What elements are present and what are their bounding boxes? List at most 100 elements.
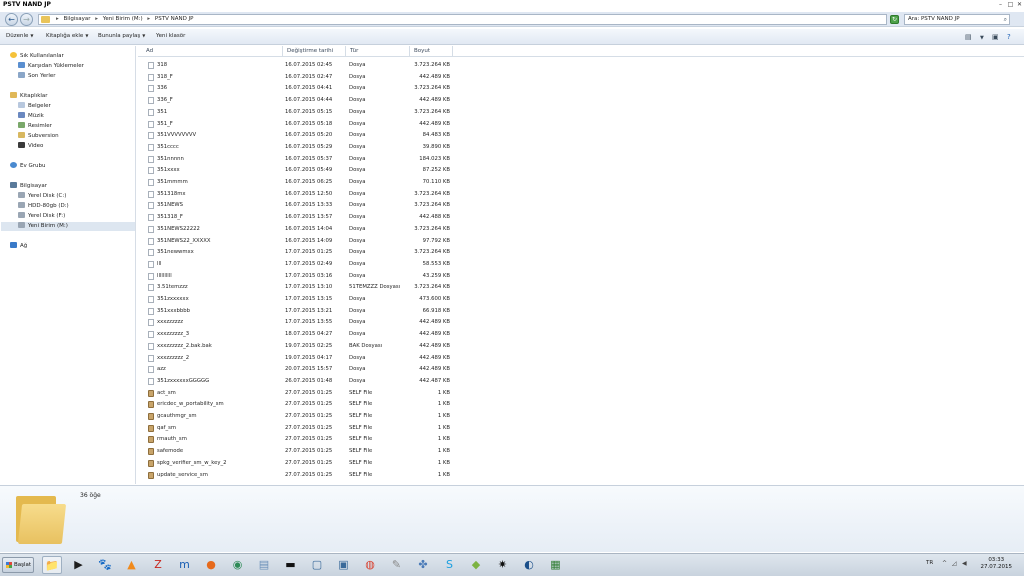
table-row[interactable]: act_sm 27.07.2015 01:25 SELF File 1 KB <box>138 388 458 399</box>
table-row[interactable]: safemode 27.07.2015 01:25 SELF File 1 KB <box>138 446 458 457</box>
table-row[interactable]: ericdec_w_portability_sm 27.07.2015 01:25… <box>138 399 458 410</box>
table-row[interactable]: 351mmmm 16.07.2015 06:25 Dosya 70.110 KB <box>138 177 458 188</box>
table-row[interactable]: 351cccc 16.07.2015 05:29 Dosya 39.890 KB <box>138 142 458 153</box>
chevron-down-icon[interactable]: ▼ <box>980 35 984 41</box>
close-button[interactable]: ✕ <box>1015 1 1024 8</box>
table-row[interactable]: 318 16.07.2015 02:45 Dosya 3.723.264 KB <box>138 60 458 71</box>
taskbar-app-button[interactable]: ● <box>201 556 221 574</box>
help-icon[interactable]: ? <box>1007 33 1011 41</box>
start-button[interactable]: Başlat <box>2 557 34 573</box>
forward-button[interactable]: → <box>20 13 33 26</box>
table-row[interactable]: 3.51temzzz 17.07.2015 13:10 51TEMZZZ Dosya… <box>138 282 458 293</box>
share-with-button[interactable]: Bununla paylaş ▼ <box>98 33 145 39</box>
table-row[interactable]: 336_F 16.07.2015 04:44 Dosya 442.489 KB <box>138 95 458 106</box>
table-row[interactable]: xxxzzzzzz_2 19.07.2015 04:17 Dosya 442.489 … <box>138 353 458 364</box>
table-row[interactable]: gcauthmgr_sm 27.07.2015 01:25 SELF File 1 K… <box>138 411 458 422</box>
table-row[interactable]: 336 16.07.2015 04:41 Dosya 3.723.264 KB <box>138 83 458 94</box>
breadcrumb-folder[interactable]: PSTV NAND JP <box>155 16 194 22</box>
taskbar-app-button[interactable]: ✷ <box>493 556 513 574</box>
taskbar-app-button[interactable]: ✤ <box>413 556 433 574</box>
table-row[interactable]: 351xxxbbbb 17.07.2015 13:21 Dosya 66.918 KB <box>138 306 458 317</box>
nav-libraries[interactable]: Kitaplıklar <box>10 92 48 101</box>
taskbar-app-button[interactable]: 📁 <box>42 556 62 574</box>
view-options-icon[interactable]: ▤ <box>965 33 972 41</box>
taskbar-app-button[interactable]: ✎ <box>387 556 407 574</box>
taskbar-app-button[interactable]: ◆ <box>466 556 486 574</box>
taskbar-app-button[interactable]: ▲ <box>122 556 142 574</box>
address-field[interactable]: ▸ Bilgisayar ▸ Yeni Birim (M:) ▸ PSTV NA… <box>38 14 887 25</box>
taskbar-app-button[interactable]: Z <box>148 556 168 574</box>
table-row[interactable]: 351xxxx 16.07.2015 05:49 Dosya 87.252 KB <box>138 165 458 176</box>
nav-drive-c[interactable]: Yerel Disk (C:) <box>18 192 66 201</box>
volume-icon[interactable]: ◀ <box>962 560 967 567</box>
nav-network[interactable]: Ağ <box>10 242 27 251</box>
organize-button[interactable]: Düzenle ▼ <box>6 33 33 39</box>
table-row[interactable]: 351nnnnn 16.07.2015 05:37 Dosya 184.023 KB <box>138 154 458 165</box>
maximize-button[interactable]: □ <box>1006 1 1015 8</box>
table-row[interactable]: 351zxxxxxxGGGGG 26.07.2015 01:48 Dosya 442.… <box>138 376 458 387</box>
taskbar-app-button[interactable]: 🐾 <box>95 556 115 574</box>
nav-downloads[interactable]: Karşıdan Yüklemeler <box>18 62 84 71</box>
table-row[interactable]: 351NEWS 16.07.2015 13:33 Dosya 3.723.264 KB <box>138 200 458 211</box>
add-to-library-button[interactable]: Kitaplığa ekle ▼ <box>46 33 88 39</box>
nav-documents[interactable]: Belgeler <box>18 102 51 111</box>
table-row[interactable]: lll 17.07.2015 02:49 Dosya 58.553 KB <box>138 259 458 270</box>
table-row[interactable]: llllllllll 17.07.2015 03:16 Dosya 43.259 KB <box>138 271 458 282</box>
nav-homegroup[interactable]: Ev Grubu <box>10 162 45 171</box>
column-header-size[interactable]: Boyut <box>410 46 453 57</box>
taskbar-app-button[interactable]: ▣ <box>334 556 354 574</box>
table-row[interactable]: 351VVVVVVVV 16.07.2015 05:20 Dosya 84.483 K… <box>138 130 458 141</box>
back-button[interactable]: ← <box>5 13 18 26</box>
table-row[interactable]: 318_F 16.07.2015 02:47 Dosya 442.489 KB <box>138 72 458 83</box>
refresh-button[interactable]: ↻ <box>890 15 899 24</box>
taskbar-app-button[interactable]: ▬ <box>281 556 301 574</box>
nav-recent-places[interactable]: Son Yerler <box>18 72 56 81</box>
column-header-type[interactable]: Tür <box>346 46 410 57</box>
language-indicator[interactable]: TR <box>926 560 933 566</box>
nav-music[interactable]: Müzik <box>18 112 44 121</box>
nav-drive-f[interactable]: Yerel Disk (F:) <box>18 212 65 221</box>
taskbar-app-button[interactable]: ◐ <box>519 556 539 574</box>
table-row[interactable]: xxxzzzzzz_3 18.07.2015 04:27 Dosya 442.489 … <box>138 329 458 340</box>
table-row[interactable]: 351NEWS22222 16.07.2015 14:04 Dosya 3.723.2… <box>138 224 458 235</box>
taskbar-app-button[interactable]: ▶ <box>69 556 89 574</box>
table-row[interactable]: rmauth_sm 27.07.2015 01:25 SELF File 1 KB <box>138 434 458 445</box>
nav-pictures[interactable]: Resimler <box>18 122 52 131</box>
table-row[interactable]: 351NEWS22_XXXXX 16.07.2015 14:09 Dosya 97.7… <box>138 236 458 247</box>
breadcrumb-drive[interactable]: Yeni Birim (M:) <box>103 16 143 22</box>
table-row[interactable]: update_service_sm 27.07.2015 01:25 SELF Fi… <box>138 470 458 481</box>
taskbar-app-button[interactable]: S <box>440 556 460 574</box>
table-row[interactable]: qaf_sm 27.07.2015 01:25 SELF File 1 KB <box>138 423 458 434</box>
table-row[interactable]: azz 20.07.2015 15:57 Dosya 442.489 KB <box>138 364 458 375</box>
nav-drive-d[interactable]: HDD-80gb (D:) <box>18 202 69 211</box>
tray-arrow-icon[interactable]: ^ <box>942 560 947 567</box>
table-row[interactable]: 351 16.07.2015 05:15 Dosya 3.723.264 KB <box>138 107 458 118</box>
search-input[interactable]: Ara: PSTV NAND JP ⌕ <box>904 14 1010 25</box>
table-row[interactable]: 351zxxxxxx 17.07.2015 13:15 Dosya 473.600 K… <box>138 294 458 305</box>
network-icon[interactable]: ◿ <box>952 560 957 567</box>
taskbar-app-button[interactable]: ◍ <box>360 556 380 574</box>
preview-pane-icon[interactable]: ▣ <box>992 33 999 41</box>
taskbar-app-button[interactable]: ▦ <box>546 556 566 574</box>
table-row[interactable]: xxxzzzzzz 17.07.2015 13:55 Dosya 442.489 KB <box>138 317 458 328</box>
table-row[interactable]: xxxzzzzzz_2.bak.bak 19.07.2015 02:25 BAK D… <box>138 341 458 352</box>
taskbar-app-button[interactable]: ▤ <box>254 556 274 574</box>
table-row[interactable]: 351_F 16.07.2015 05:18 Dosya 442.489 KB <box>138 119 458 130</box>
nav-favorites[interactable]: Sık Kullanılanlar <box>10 52 64 61</box>
table-row[interactable]: spkg_verifier_sm_w_key_2 27.07.2015 01:25… <box>138 458 458 469</box>
clock[interactable]: 03:33 27.07.2015 <box>981 557 1013 571</box>
breadcrumb-computer[interactable]: Bilgisayar <box>64 16 91 22</box>
column-header-date[interactable]: Değiştirme tarihi <box>283 46 346 57</box>
new-folder-button[interactable]: Yeni klasör <box>156 33 185 39</box>
table-row[interactable]: 351318mx 16.07.2015 12:50 Dosya 3.723.264 K… <box>138 189 458 200</box>
taskbar-app-button[interactable]: ◉ <box>228 556 248 574</box>
nav-subversion[interactable]: Subversion <box>18 132 59 141</box>
taskbar-app-button[interactable]: ▢ <box>307 556 327 574</box>
minimize-button[interactable]: – <box>996 1 1005 8</box>
column-header-name[interactable]: Ad <box>142 46 283 57</box>
nav-computer[interactable]: Bilgisayar <box>10 182 47 191</box>
nav-video[interactable]: Video <box>18 142 43 151</box>
nav-drive-m[interactable]: Yeni Birim (M:) <box>1 222 135 231</box>
taskbar-app-button[interactable]: m <box>175 556 195 574</box>
table-row[interactable]: 351newwmxx 17.07.2015 01:25 Dosya 3.723.264… <box>138 247 458 258</box>
